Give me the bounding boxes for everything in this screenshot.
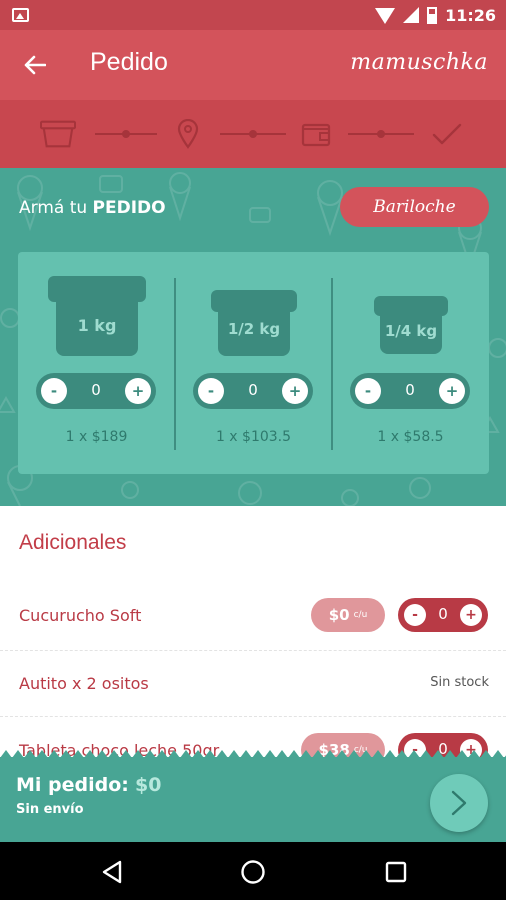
increase-button[interactable]: + (439, 378, 465, 404)
price-suffix: c/u (353, 610, 368, 620)
summary-total: $0 (135, 774, 162, 796)
order-summary-bar: Mi pedido: $0 Sin envío (0, 750, 506, 842)
step-dot (377, 130, 385, 138)
extra-item-name: Autito x 2 ositos (19, 674, 149, 693)
size-price: 1 x $58.5 (377, 429, 444, 445)
order-heading-bold: PEDIDO (92, 198, 166, 218)
image-notification-icon (12, 8, 29, 22)
size-option-1kg: 1 kg - 0 + 1 x $189 (18, 252, 175, 474)
back-triangle-icon[interactable] (97, 857, 127, 887)
step-dot (122, 130, 130, 138)
next-button[interactable] (430, 774, 488, 832)
status-time: 11:26 (445, 5, 496, 25)
extra-item-price: $0 c/u (311, 598, 385, 632)
extra-item: Cucurucho Soft $0 c/u - 0 + (0, 582, 506, 648)
system-nav-bar (0, 842, 506, 900)
step-dot (249, 130, 257, 138)
shipping-status: Sin envío (16, 802, 84, 817)
wallet-icon[interactable] (298, 117, 334, 151)
zigzag-edge (0, 750, 506, 758)
arrow-left-icon (24, 55, 46, 75)
size-label: 1/2 kg (227, 320, 281, 338)
size-label: 1 kg (77, 316, 117, 335)
checkout-steps (0, 100, 506, 168)
chevron-right-icon (451, 790, 467, 816)
home-circle-icon[interactable] (238, 857, 268, 887)
size-price: 1 x $103.5 (215, 429, 292, 445)
increase-button[interactable]: + (460, 604, 482, 626)
order-heading-prefix: Armá tu (19, 198, 93, 218)
size-price: 1 x $189 (65, 429, 128, 445)
increase-button[interactable]: + (282, 378, 308, 404)
extras-title: Adicionales (19, 531, 127, 554)
page-title: Pedido (90, 48, 168, 76)
extra-item: Autito x 2 ositos Sin stock (0, 651, 506, 717)
price-value: $0 (328, 606, 350, 624)
quantity-stepper: - 0 + (398, 598, 488, 632)
wifi-icon (375, 8, 396, 24)
size-option-half-kg: 1/2 kg - 0 + 1 x $103.5 (175, 252, 332, 474)
order-heading: Armá tu PEDIDO (19, 198, 166, 218)
order-builder: Armá tu PEDIDO Bariloche 1 kg - 0 + 1 x … (0, 168, 506, 506)
out-of-stock-label: Sin stock (430, 675, 489, 690)
summary-label: Mi pedido: (16, 774, 129, 796)
recents-square-icon[interactable] (381, 857, 411, 887)
ice-cream-tub-icon: 1 kg (48, 276, 146, 356)
extra-item-name: Cucurucho Soft (19, 606, 142, 625)
ice-cream-tub-icon[interactable] (40, 117, 76, 151)
status-bar: 11:26 (0, 0, 506, 30)
quantity-stepper: - 0 + (350, 373, 470, 409)
location-pin-icon[interactable] (170, 117, 206, 151)
signal-icon (403, 7, 420, 23)
ice-cream-tub-icon: 1/2 kg (211, 290, 297, 356)
battery-icon (427, 6, 438, 24)
increase-button[interactable]: + (125, 378, 151, 404)
status-icons: 11:26 (375, 4, 496, 26)
brand-logo: mamuschka (350, 50, 488, 75)
size-label: 1/4 kg (384, 322, 438, 340)
store-selector-button[interactable]: Bariloche (340, 187, 489, 227)
checkmark-icon[interactable] (429, 117, 465, 151)
app-bar: Pedido mamuschka (0, 30, 506, 100)
quantity-stepper: - 0 + (193, 373, 313, 409)
back-button[interactable] (18, 48, 52, 82)
size-option-quarter-kg: 1/4 kg - 0 + 1 x $58.5 (332, 252, 489, 474)
quantity-stepper: - 0 + (36, 373, 156, 409)
size-selector-card: 1 kg - 0 + 1 x $189 1/2 kg - 0 + 1 x $10… (18, 252, 489, 474)
ice-cream-tub-icon: 1/4 kg (374, 296, 448, 354)
